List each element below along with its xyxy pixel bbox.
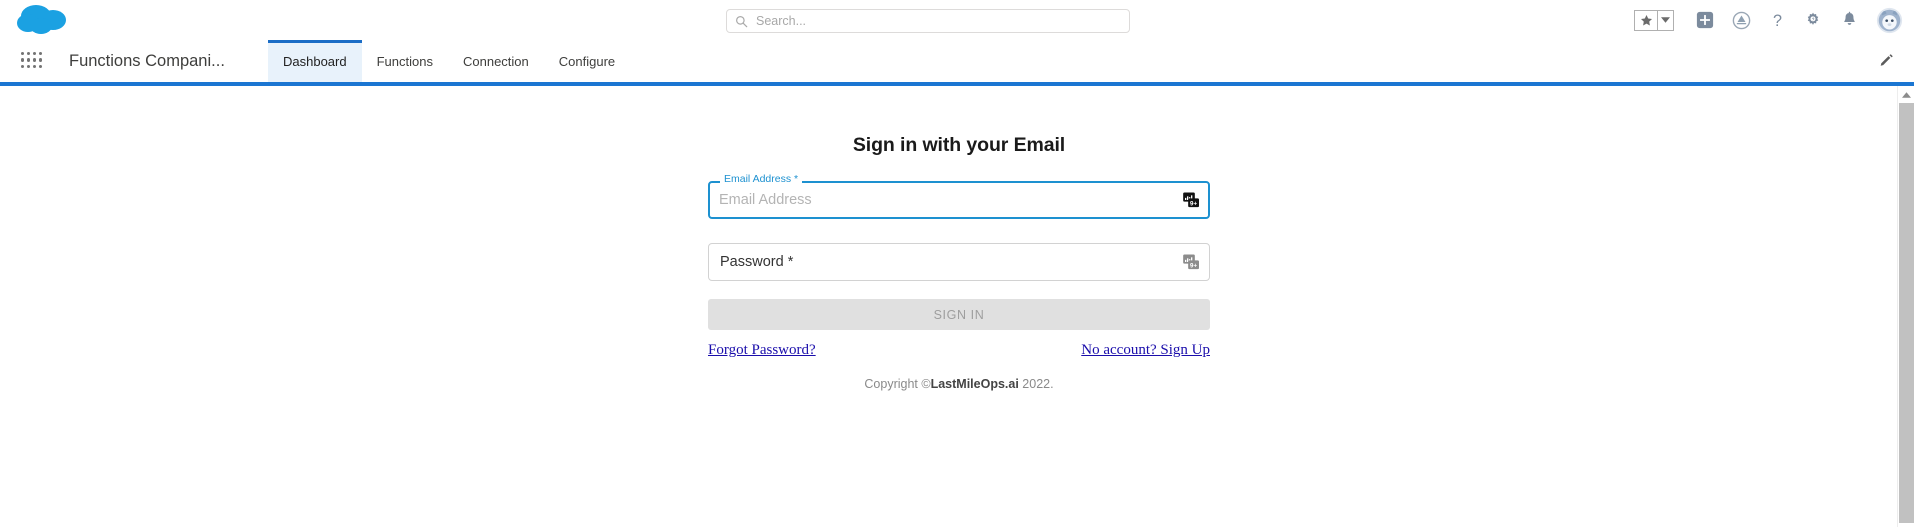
copyright-text: Copyright ©LastMileOps.ai 2022. <box>708 377 1210 391</box>
login-links-row: Forgot Password? No account? Sign Up <box>708 342 1210 359</box>
gear-icon <box>1807 12 1819 25</box>
page-content: Sign in with your Email Email Address * … <box>0 86 1897 527</box>
email-input[interactable] <box>708 181 1210 219</box>
global-search-box[interactable] <box>726 9 1130 33</box>
svg-text:?: ? <box>1773 12 1782 30</box>
tab-connection[interactable]: Connection <box>448 40 544 82</box>
favorites-dropdown-button[interactable] <box>1657 9 1674 31</box>
plus-square-icon <box>1696 11 1714 29</box>
login-form: Sign in with your Email Email Address * … <box>708 86 1210 391</box>
waffle-dot <box>39 58 43 62</box>
app-launcher-button[interactable] <box>21 52 43 69</box>
waffle-dot <box>21 52 25 56</box>
astro-avatar-icon <box>1876 7 1902 33</box>
copyright-brand: LastMileOps.ai <box>930 377 1019 391</box>
trailhead-button[interactable] <box>1726 5 1756 35</box>
pencil-icon <box>1880 53 1893 66</box>
search-input[interactable] <box>756 14 1121 28</box>
waffle-dot <box>39 64 43 68</box>
cloud-icon <box>17 5 66 34</box>
search-icon <box>736 15 748 27</box>
salesforce-cloud-logo[interactable] <box>14 3 72 37</box>
waffle-dot <box>39 52 43 56</box>
app-navigation-bar: Functions Compani... Dashboard Functions… <box>0 40 1914 82</box>
tab-functions[interactable]: Functions <box>362 40 448 82</box>
email-field-wrapper[interactable]: Email Address * 9+ <box>708 173 1210 219</box>
waffle-dot <box>33 58 37 62</box>
bell-icon <box>1843 11 1855 25</box>
autofill-icon[interactable]: 9+ <box>1183 254 1200 270</box>
password-field-wrapper[interactable]: Password * 9+ <box>708 243 1210 281</box>
chevron-down-icon <box>1661 17 1670 23</box>
new-item-button[interactable] <box>1690 5 1720 35</box>
tab-configure-label: Configure <box>558 53 616 69</box>
app-name-label[interactable]: Functions Compani... <box>69 40 225 82</box>
waffle-dot <box>33 52 37 56</box>
favorites-group <box>1634 9 1674 31</box>
waffle-dot <box>33 64 37 68</box>
caret-up-icon <box>1902 92 1911 98</box>
help-button[interactable]: ? <box>1762 5 1792 35</box>
favorites-star-button[interactable] <box>1634 9 1657 31</box>
trailhead-icon <box>1732 11 1750 29</box>
waffle-dot <box>21 58 25 62</box>
user-avatar[interactable] <box>1874 5 1904 35</box>
question-mark-icon: ? <box>1773 12 1782 30</box>
waffle-dot <box>21 64 25 68</box>
tab-connection-label: Connection <box>462 53 529 69</box>
edit-page-button[interactable] <box>1872 40 1900 82</box>
vertical-scrollbar[interactable] <box>1897 86 1914 527</box>
tab-functions-label: Functions <box>376 53 433 69</box>
forgot-password-link[interactable]: Forgot Password? <box>708 342 816 359</box>
copyright-year: 2022. <box>1018 377 1054 391</box>
password-input[interactable] <box>708 243 1210 281</box>
global-actions: ? <box>1634 0 1906 40</box>
scroll-up-button[interactable] <box>1898 88 1914 102</box>
svg-text:9+: 9+ <box>1190 200 1197 207</box>
tab-dashboard-label: Dashboard <box>283 53 347 69</box>
notifications-button[interactable] <box>1834 5 1864 35</box>
star-icon <box>1640 14 1652 26</box>
autofill-icon[interactable]: 9+ <box>1183 192 1200 208</box>
svg-text:9+: 9+ <box>1190 262 1197 269</box>
scrollbar-thumb[interactable] <box>1899 103 1914 523</box>
waffle-dot <box>27 52 31 56</box>
global-header: ? <box>0 0 1914 40</box>
nav-tab-list: Dashboard Functions Connection Configure <box>268 40 630 82</box>
sign-in-button[interactable]: SIGN IN <box>708 299 1210 330</box>
tab-configure[interactable]: Configure <box>544 40 630 82</box>
setup-button[interactable] <box>1798 5 1828 35</box>
sign-up-link[interactable]: No account? Sign Up <box>1081 342 1210 359</box>
waffle-dot <box>27 64 31 68</box>
page-title: Sign in with your Email <box>852 134 1066 156</box>
tab-dashboard[interactable]: Dashboard <box>268 40 362 82</box>
waffle-dot <box>27 58 31 62</box>
copyright-prefix: Copyright © <box>864 377 931 391</box>
